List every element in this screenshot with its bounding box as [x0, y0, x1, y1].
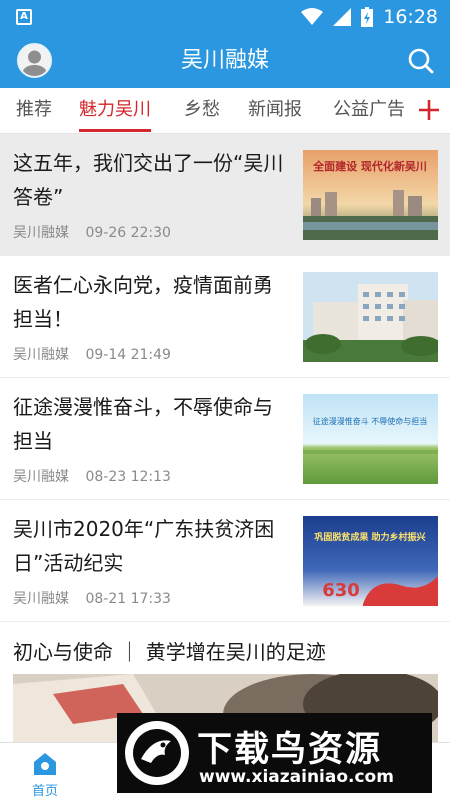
watermark-banner: 下载鸟资源 www.xiazainiao.com — [117, 713, 432, 793]
rice-field-image: 征途漫漫惟奋斗 不辱使命与担当 — [303, 394, 438, 484]
category-tabs: 推荐 魅力吴川 乡愁 新闻报 公益广告 — [0, 88, 450, 134]
watermark-name: 下载鸟资源 — [197, 730, 383, 770]
search-button[interactable] — [406, 46, 436, 76]
add-tab-button[interactable] — [414, 95, 444, 125]
tab-nostalgia[interactable]: 乡愁 — [184, 88, 220, 134]
battery-charging-icon — [361, 7, 374, 27]
news-source: 吴川融媒 — [13, 469, 69, 485]
news-item[interactable]: 吴川市2020年“广东扶贫济困日”活动纪实 吴川融媒 08-21 17:33 巩… — [0, 500, 450, 622]
news-meta: 吴川融媒 09-26 22:30 — [13, 222, 171, 242]
app-notification-icon: A — [16, 9, 32, 25]
hospital-building-image — [303, 272, 438, 362]
news-time: 09-26 22:30 — [85, 225, 171, 241]
wifi-icon — [301, 8, 324, 25]
news-thumbnail: 巩固脱贫成果 助力乡村振兴 630 — [303, 516, 438, 606]
watermark-url: www.xiazainiao.com — [199, 767, 394, 787]
news-thumbnail: 征途漫漫惟奋斗 不辱使命与担当 — [303, 394, 438, 484]
status-bar: A 16:28 — [0, 0, 450, 34]
news-title: 医者仁心永向党，疫情面前勇担当！ — [13, 273, 273, 331]
news-item[interactable]: 医者仁心永向党，疫情面前勇担当！ 吴川融媒 09-14 21:49 — [0, 256, 450, 378]
clock: 16:28 — [383, 6, 438, 28]
plus-icon — [419, 100, 439, 120]
tab-recommend[interactable]: 推荐 — [16, 88, 52, 134]
feature-title: 初心与使命 ｜ 黄学增在吴川的足迹 — [13, 640, 326, 664]
thumb-badge: 630 — [322, 580, 360, 601]
bird-logo-icon — [125, 721, 189, 785]
app-bar: 吴川融媒 — [0, 34, 450, 88]
tab-public-ads[interactable]: 公益广告 — [333, 88, 405, 134]
news-title: 征途漫漫惟奋斗，不辱使命与担当 — [13, 395, 273, 453]
home-icon — [34, 753, 56, 775]
news-source: 吴川融媒 — [13, 591, 69, 607]
news-meta: 吴川融媒 08-21 17:33 — [13, 588, 171, 608]
news-thumbnail — [303, 272, 438, 362]
news-time: 08-21 17:33 — [85, 591, 171, 607]
page-title: 吴川融媒 — [180, 48, 269, 73]
nav-home[interactable]: 首页 — [22, 749, 68, 799]
thumb-caption: 巩固脱贫成果 助力乡村振兴 — [314, 531, 425, 543]
news-source: 吴川融媒 — [13, 347, 69, 363]
thumb-caption: 征途漫漫惟奋斗 不辱使命与担当 — [313, 416, 428, 426]
status-icons: 16:28 — [301, 4, 438, 30]
tab-charm-wuchuan[interactable]: 魅力吴川 — [79, 88, 151, 134]
news-source: 吴川融媒 — [13, 225, 69, 241]
city-skyline-image: 全面建设 现代化新吴川 — [303, 150, 438, 240]
search-icon — [408, 48, 434, 74]
news-time: 09-14 21:49 — [85, 347, 171, 363]
poverty-relief-poster-image: 巩固脱贫成果 助力乡村振兴 630 — [303, 516, 438, 606]
news-item[interactable]: 征途漫漫惟奋斗，不辱使命与担当 吴川融媒 08-23 12:13 征途漫漫惟奋斗… — [0, 378, 450, 500]
signal-icon — [333, 8, 352, 26]
news-title: 这五年，我们交出了一份“吴川答卷” — [13, 151, 284, 209]
news-item[interactable]: 这五年，我们交出了一份“吴川答卷” 吴川融媒 09-26 22:30 全面建设 … — [0, 134, 450, 256]
news-meta: 吴川融媒 08-23 12:13 — [13, 466, 171, 486]
news-thumbnail: 全面建设 现代化新吴川 — [303, 150, 438, 240]
news-meta: 吴川融媒 09-14 21:49 — [13, 344, 171, 364]
news-time: 08-23 12:13 — [85, 469, 171, 485]
nav-home-label: 首页 — [31, 784, 58, 799]
news-title: 吴川市2020年“广东扶贫济困日”活动纪实 — [13, 517, 275, 575]
tab-newspaper[interactable]: 新闻报 — [248, 88, 302, 134]
thumb-caption: 全面建设 现代化新吴川 — [312, 159, 427, 173]
